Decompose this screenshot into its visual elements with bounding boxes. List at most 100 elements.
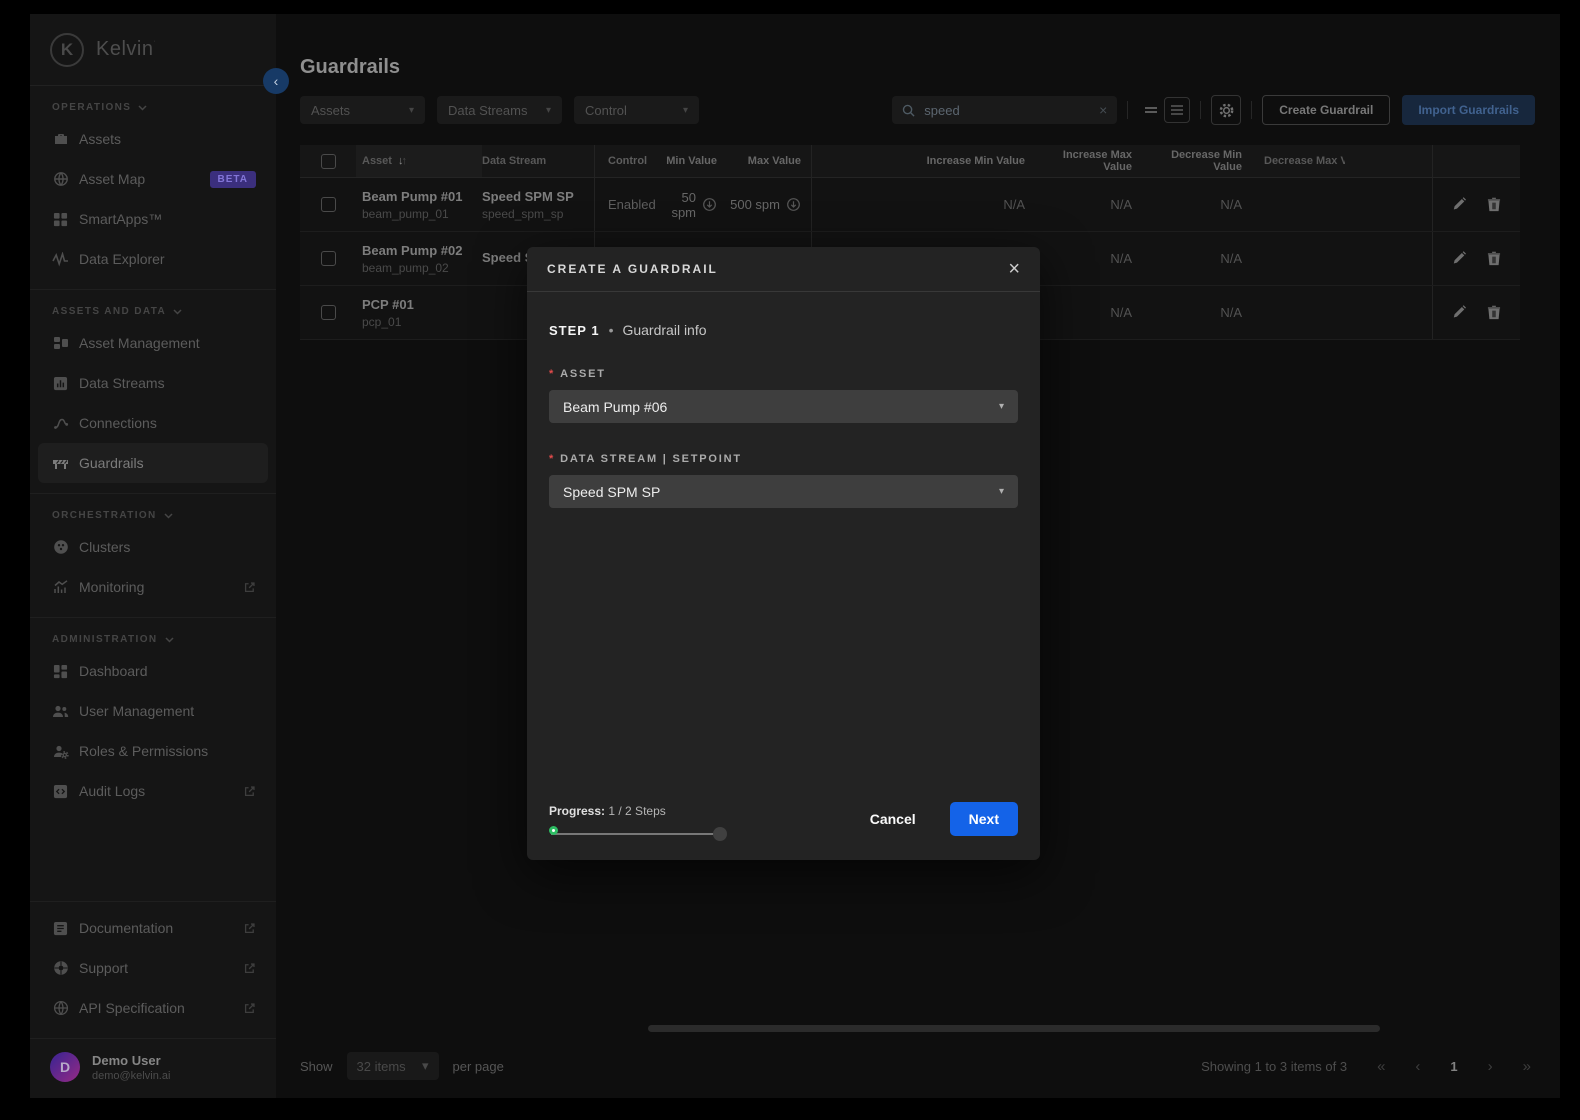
max-value-cell: 500 spm [727,178,812,231]
sidebar-item-api-specification[interactable]: API Specification [38,988,268,1028]
decrease-max-cell [1252,286,1345,339]
page-size-select[interactable]: 32 items ▾ [347,1052,439,1080]
filter-assets[interactable]: Assets ▾ [300,96,425,124]
filter-data-streams[interactable]: Data Streams ▾ [437,96,562,124]
search-input[interactable] [922,102,1092,119]
sidebar-item-data-streams[interactable]: Data Streams [38,363,268,403]
column-header-min-value[interactable]: Min Value [660,145,727,177]
sidebar-nav: OPERATIONS Assets Asset Map BETA SmartAp… [30,86,276,821]
progress-block: Progress: 1 / 2 Steps [549,804,727,842]
sidebar-item-asset-management[interactable]: Asset Management [38,323,268,363]
column-header-increase-min[interactable]: Increase Min Value [812,145,1035,177]
sidebar-item-dashboard[interactable]: Dashboard [38,651,268,691]
write-setpoint-icon [702,197,717,212]
row-checkbox[interactable] [321,251,336,266]
page-title: Guardrails [300,56,1535,79]
per-page-label: per page [453,1059,504,1074]
clusters-icon [52,539,69,556]
column-header-increase-max[interactable]: Increase Max Value [1035,145,1142,177]
close-icon[interactable]: × [1008,259,1020,279]
search-clear-icon[interactable]: × [1099,102,1107,118]
sidebar-item-clusters[interactable]: Clusters [38,527,268,567]
delete-button[interactable] [1485,249,1503,268]
sidebar-item-label: Guardrails [79,455,144,471]
section-header-assets-and-data[interactable]: ASSETS AND DATA [30,296,276,323]
user-profile[interactable]: D Demo User demo@kelvin.ai [30,1038,276,1098]
row-checkbox[interactable] [321,197,336,212]
sidebar-spacer [30,821,276,901]
caret-down-icon: ▾ [683,105,688,116]
user-email: demo@kelvin.ai [92,1070,170,1082]
delete-button[interactable] [1485,195,1503,214]
connections-icon [52,415,69,432]
sidebar-item-label: API Specification [79,1000,185,1016]
edit-button[interactable] [1450,249,1469,268]
current-page-button[interactable]: 1 [1450,1059,1457,1074]
first-page-button[interactable]: « [1377,1058,1385,1075]
asset-cell: Beam Pump #01beam_pump_01 [356,178,482,231]
view-compact-button[interactable] [1138,97,1164,123]
sidebar-item-audit-logs[interactable]: Audit Logs [38,771,268,811]
column-header-control[interactable]: Control [595,145,660,177]
filter-control[interactable]: Control ▾ [574,96,699,124]
sidebar-item-smartapps[interactable]: SmartApps™ [38,199,268,239]
external-link-icon [243,785,256,798]
last-page-button[interactable]: » [1523,1058,1531,1075]
sidebar-item-data-explorer[interactable]: Data Explorer [38,239,268,279]
actions-cell [1433,286,1520,339]
sidebar-item-roles-permissions[interactable]: Roles & Permissions [38,731,268,771]
section-header-orchestration[interactable]: ORCHESTRATION [30,500,276,527]
select-all-checkbox[interactable] [321,154,336,169]
sidebar-item-monitoring[interactable]: Monitoring [38,567,268,607]
slider-track [551,833,725,835]
asset-select[interactable]: Beam Pump #06 ▾ [549,390,1018,423]
sidebar-item-connections[interactable]: Connections [38,403,268,443]
sidebar-item-assets[interactable]: Assets [38,119,268,159]
edit-button[interactable] [1450,195,1469,214]
row-checkbox[interactable] [321,305,336,320]
slider-handle-current[interactable] [549,826,558,835]
sidebar-item-label: User Management [79,703,194,719]
cancel-button[interactable]: Cancel [864,810,922,828]
column-header-max-value[interactable]: Max Value [727,145,812,177]
horizontal-scrollbar[interactable] [648,1025,1380,1032]
section-header-operations[interactable]: OPERATIONS [30,92,276,119]
create-guardrail-button[interactable]: Create Guardrail [1262,95,1390,125]
edit-button[interactable] [1450,303,1469,322]
delete-button[interactable] [1485,303,1503,322]
column-header-asset[interactable]: Asset ↓↑ [356,145,482,177]
bullet-icon: • [609,322,614,338]
filter-label: Data Streams [448,103,527,118]
sidebar-collapse-button[interactable]: ‹ [263,68,289,94]
import-guardrails-button[interactable]: Import Guardrails [1402,95,1535,125]
chevron-left-icon: ‹ [274,73,279,89]
create-guardrail-modal: CREATE A GUARDRAIL × STEP 1 • Guardrail … [527,247,1040,860]
next-page-button[interactable]: › [1488,1058,1493,1075]
slider-handle-end[interactable] [713,827,727,841]
trash-icon [1487,305,1501,320]
sidebar-item-support[interactable]: Support [38,948,268,988]
column-header-decrease-max[interactable]: Decrease Max Value [1252,145,1345,177]
sidebar-item-guardrails[interactable]: Guardrails [38,443,268,483]
table-settings-button[interactable] [1211,95,1241,125]
column-header-decrease-min[interactable]: Decrease Min Value [1142,145,1252,177]
sidebar-item-user-management[interactable]: User Management [38,691,268,731]
data-stream-select[interactable]: Speed SPM SP ▾ [549,475,1018,508]
section-header-administration[interactable]: ADMINISTRATION [30,624,276,651]
sidebar-item-asset-map[interactable]: Asset Map BETA [38,159,268,199]
sidebar-item-label: Support [79,960,128,976]
section-orchestration: ORCHESTRATION Clusters Monitoring [30,493,276,617]
column-header-data-stream[interactable]: Data Stream [482,145,595,177]
section-assets-and-data: ASSETS AND DATA Asset Management Data St… [30,289,276,493]
external-link-icon [243,581,256,594]
pagination-bar: Show 32 items ▾ per page Showing 1 to 3 … [300,1052,1535,1080]
next-button[interactable]: Next [950,802,1018,836]
pager: « ‹ 1 › » [1377,1058,1531,1075]
view-list-button[interactable] [1164,97,1190,123]
sidebar-item-documentation[interactable]: Documentation [38,908,268,948]
roles-permissions-icon [52,743,69,760]
assets-icon [52,131,69,148]
previous-page-button[interactable]: ‹ [1415,1058,1420,1075]
table-row[interactable]: Beam Pump #01beam_pump_01 Speed SPM SPsp… [300,178,1520,232]
data-stream-cell: Speed SPM SPspeed_spm_sp [482,178,595,231]
